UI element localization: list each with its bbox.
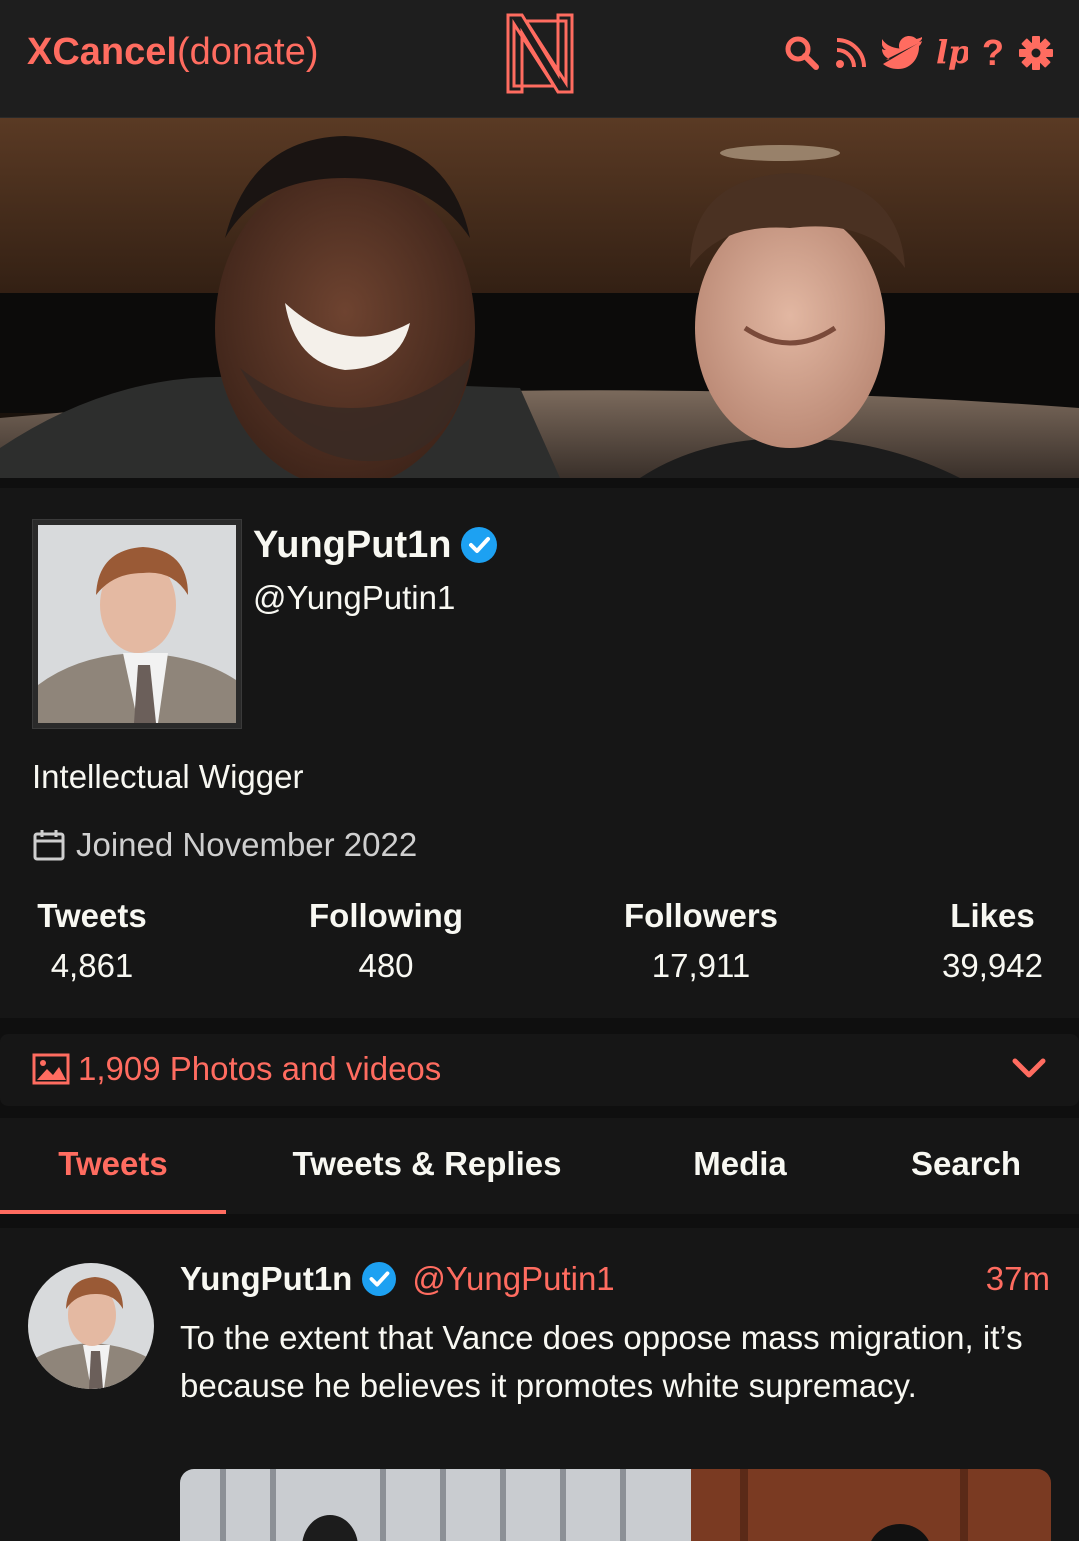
tweet-date[interactable]: 37m: [986, 1258, 1050, 1300]
nav-icons: lp ?: [784, 33, 1054, 73]
rss-icon[interactable]: [834, 36, 868, 70]
help-icon[interactable]: ?: [982, 35, 1004, 71]
stat-tweets[interactable]: Tweets 4,861: [32, 893, 152, 989]
stat-following[interactable]: Following 480: [305, 893, 467, 989]
stat-value: 39,942: [942, 947, 1043, 984]
profile-fullname[interactable]: YungPut1n: [253, 522, 451, 568]
tweet-fullname[interactable]: YungPut1n: [180, 1258, 352, 1300]
site-brand-link[interactable]: XCancel(donate): [27, 30, 319, 74]
profile-banner[interactable]: [0, 118, 1079, 478]
stat-label: Likes: [950, 897, 1035, 934]
profile-avatar[interactable]: [32, 519, 242, 729]
picture-icon: [32, 1053, 70, 1085]
navbar: XCancel(donate) lp ?: [0, 0, 1079, 118]
stat-label: Tweets: [37, 897, 147, 934]
stat-label: Following: [309, 897, 463, 934]
avatar-photo: [28, 1263, 154, 1389]
tab-search[interactable]: Search: [885, 1118, 1047, 1214]
stat-value: 480: [358, 947, 414, 984]
tweet-media-photo: [180, 1469, 1051, 1541]
joindate-text: Joined November 2022: [76, 826, 418, 863]
stat-likes[interactable]: Likes 39,942: [935, 893, 1050, 989]
avatar-photo: [38, 525, 236, 723]
tweet-username[interactable]: @YungPutin1: [412, 1258, 614, 1300]
settings-icon[interactable]: [1018, 35, 1054, 71]
calendar-icon: [33, 830, 65, 861]
photo-rail-header[interactable]: 1,909 Photos and videos: [32, 1048, 441, 1090]
profile-bio: Intellectual Wigger: [32, 758, 304, 795]
donate-link[interactable]: (donate): [177, 31, 319, 73]
profile-card: YungPut1n @YungPutin1 Intellectual Wigge…: [0, 488, 1079, 1018]
profile-fullname-row: YungPut1n: [253, 522, 498, 568]
tab-media[interactable]: Media: [655, 1118, 825, 1214]
tweet-media[interactable]: [180, 1469, 1051, 1541]
photo-rail[interactable]: 1,909 Photos and videos: [0, 1034, 1079, 1106]
search-icon[interactable]: [784, 35, 820, 71]
verified-badge-icon: [461, 527, 498, 563]
verified-badge-icon: [362, 1262, 397, 1296]
liberapay-icon[interactable]: lp: [936, 35, 968, 71]
banner-photo: [0, 118, 1079, 478]
timeline-item[interactable]: YungPut1n @YungPutin1 37m To the extent …: [0, 1228, 1079, 1541]
stat-value: 17,911: [651, 947, 751, 984]
stat-value: 4,861: [50, 947, 134, 984]
tab-tweets-and-replies[interactable]: Tweets & Replies: [266, 1118, 588, 1214]
tweet-content: To the extent that Vance does oppose mas…: [180, 1319, 1023, 1404]
nitter-logo-icon[interactable]: [505, 12, 575, 94]
brand-name: XCancel: [27, 31, 177, 73]
photo-rail-label: 1,909 Photos and videos: [78, 1050, 442, 1087]
twitter-icon[interactable]: [882, 36, 922, 70]
tweet-header: YungPut1n @YungPutin1: [180, 1258, 615, 1300]
tweet-avatar[interactable]: [28, 1263, 154, 1389]
stat-followers[interactable]: Followers 17,911: [620, 893, 782, 989]
tab-tweets[interactable]: Tweets: [0, 1118, 226, 1214]
chevron-down-icon[interactable]: [1011, 1056, 1047, 1080]
tab-bar: Tweets Tweets & Replies Media Search: [0, 1118, 1079, 1214]
svg-text:lp: lp: [936, 35, 968, 71]
stat-label: Followers: [623, 897, 779, 934]
profile-joindate: Joined November 2022: [32, 824, 417, 866]
profile-username[interactable]: @YungPutin1: [253, 578, 455, 618]
